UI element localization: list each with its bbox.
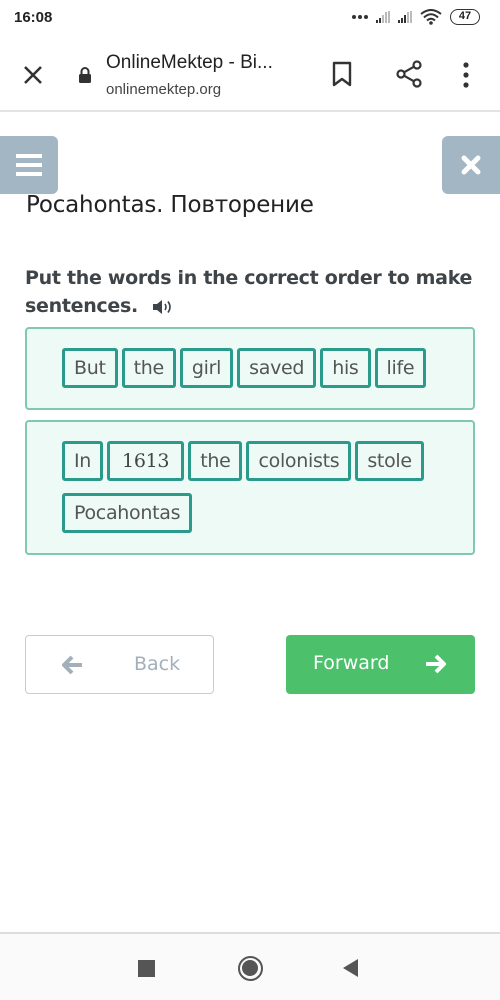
word-tile[interactable]: Pocahontas <box>62 493 193 533</box>
word-tile[interactable]: saved <box>237 348 317 388</box>
menu-button[interactable] <box>0 136 58 194</box>
forward-button[interactable]: Forward <box>286 635 475 694</box>
sentence-drop-zone-2[interactable]: In 1613 the colonists stole Pocahontas <box>25 420 475 555</box>
exit-lesson-button[interactable] <box>442 136 500 194</box>
sentence-drop-zone-1[interactable]: But the girl saved his life <box>25 327 475 410</box>
more-vert-icon[interactable] <box>460 60 472 90</box>
page-url[interactable]: onlinemektep.org <box>106 81 221 98</box>
word-tile[interactable]: life <box>374 348 427 388</box>
back-button-label: Back <box>134 653 181 675</box>
wifi-icon <box>420 9 442 25</box>
share-icon[interactable] <box>395 59 423 89</box>
word-tile[interactable]: colonists <box>246 441 352 481</box>
word-tile[interactable]: his <box>320 348 371 388</box>
battery-indicator: 47 <box>450 9 480 25</box>
forward-button-label: Forward <box>313 652 390 674</box>
arrow-right-icon <box>426 654 446 674</box>
close-icon <box>461 155 481 175</box>
word-tile[interactable]: stole <box>355 441 424 481</box>
status-icons: 47 <box>352 9 480 25</box>
hamburger-icon-bar <box>16 172 42 176</box>
hamburger-icon-bar <box>16 154 42 158</box>
lock-icon <box>79 67 91 83</box>
task-instruction: Put the words in the correct order to ma… <box>25 264 475 320</box>
arrow-left-icon <box>62 655 82 675</box>
hamburger-icon-bar <box>16 163 42 167</box>
signal-strength-icon-1 <box>376 11 390 23</box>
word-tile[interactable]: girl <box>179 348 234 388</box>
instruction-text: Put the words in the correct order to ma… <box>25 267 473 317</box>
status-bar: 16:08 47 <box>0 0 500 40</box>
speaker-icon[interactable] <box>152 299 174 315</box>
close-icon[interactable] <box>20 62 46 88</box>
word-tile[interactable]: In <box>62 441 104 481</box>
back-triangle-icon[interactable] <box>343 959 358 977</box>
word-tile[interactable]: 1613 <box>107 441 185 481</box>
word-tile[interactable]: But <box>62 348 118 388</box>
back-button[interactable]: Back <box>25 635 214 694</box>
page-title: OnlineMektep - Bi... <box>106 52 273 73</box>
word-tile[interactable]: the <box>121 348 176 388</box>
bookmark-icon[interactable] <box>330 60 354 88</box>
browser-toolbar: OnlineMektep - Bi... onlinemektep.org <box>0 40 500 112</box>
home-circle-icon[interactable] <box>238 956 263 981</box>
word-tile[interactable]: the <box>188 441 243 481</box>
lesson-title: Pocahontas. Повторение <box>26 192 314 218</box>
notification-dots-icon <box>352 15 368 19</box>
recents-square-icon[interactable] <box>138 960 155 977</box>
status-time: 16:08 <box>14 9 53 26</box>
signal-strength-icon-2 <box>398 11 412 23</box>
android-navigation-bar <box>0 932 500 1000</box>
